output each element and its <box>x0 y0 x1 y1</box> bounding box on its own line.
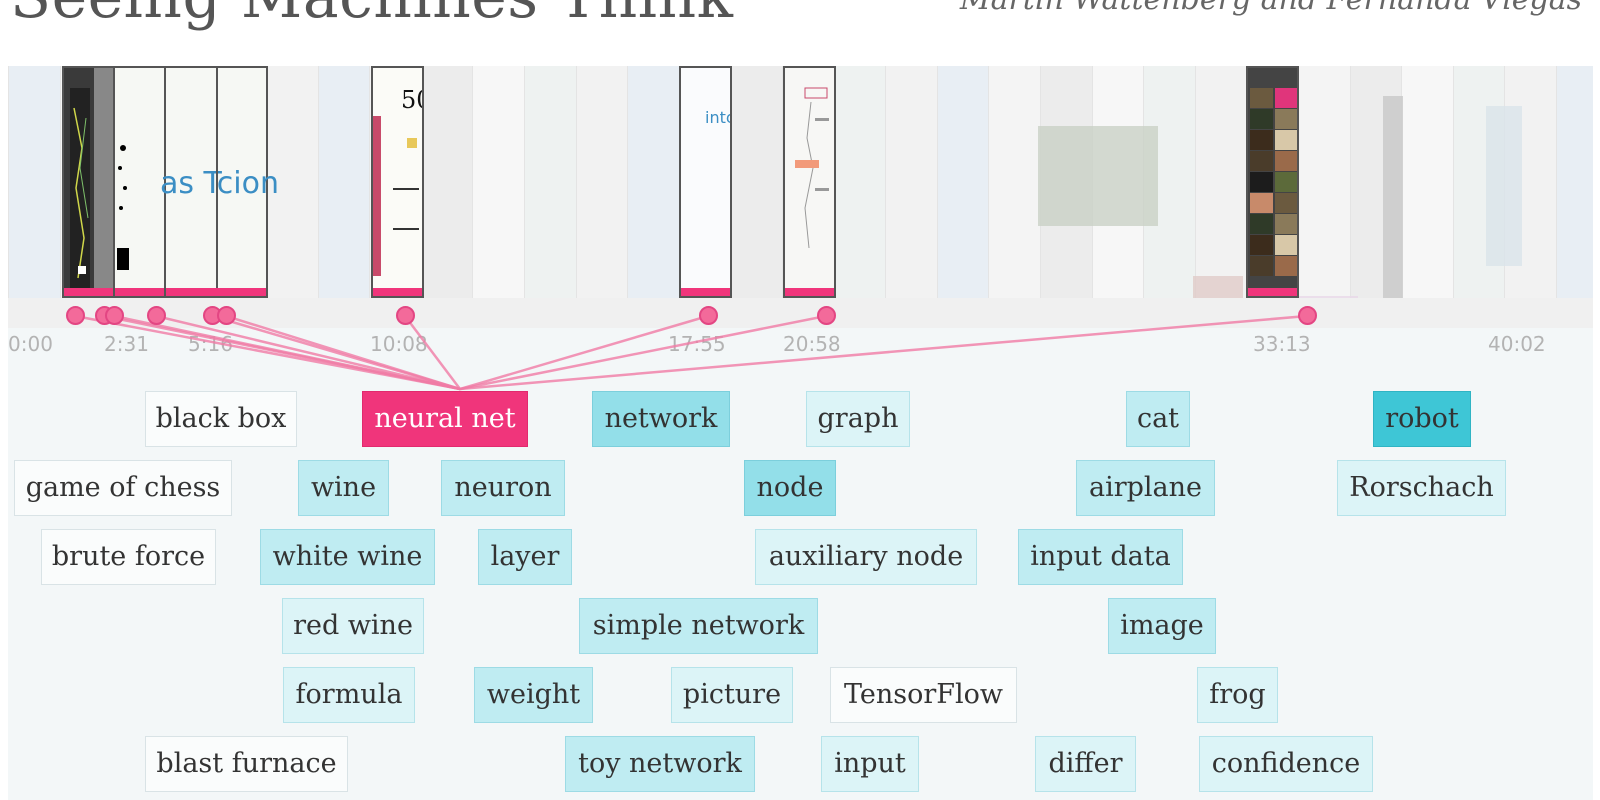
tag-network[interactable]: network <box>592 391 730 447</box>
tag-graph[interactable]: graph <box>806 391 910 447</box>
tag-brute-force[interactable]: brute force <box>41 529 216 585</box>
tag-auxiliary-node[interactable]: auxiliary node <box>755 529 977 585</box>
occurrence-marker[interactable] <box>105 306 124 325</box>
occurrence-marker[interactable] <box>817 306 836 325</box>
tag-picture[interactable]: picture <box>671 667 793 723</box>
tag-layer[interactable]: layer <box>478 529 572 585</box>
tag-red-wine[interactable]: red wine <box>282 598 424 654</box>
tag-simple-network[interactable]: simple network <box>579 598 818 654</box>
tag-formula[interactable]: formula <box>283 667 415 723</box>
tag-neural-net[interactable]: neural net <box>362 391 528 447</box>
occurrence-marker[interactable] <box>66 306 85 325</box>
tag-rorschach[interactable]: Rorschach <box>1337 460 1506 516</box>
tag-weight[interactable]: weight <box>474 667 593 723</box>
tag-input[interactable]: input <box>821 736 919 792</box>
occurrence-marker[interactable] <box>396 306 415 325</box>
tag-node[interactable]: node <box>744 460 836 516</box>
tag-white-wine[interactable]: white wine <box>260 529 435 585</box>
tag-blast-furnace[interactable]: blast furnace <box>145 736 348 792</box>
occurrence-marker[interactable] <box>217 306 236 325</box>
tag-neuron[interactable]: neuron <box>441 460 565 516</box>
tag-airplane[interactable]: airplane <box>1076 460 1215 516</box>
tag-confidence[interactable]: confidence <box>1199 736 1373 792</box>
tag-wine[interactable]: wine <box>298 460 389 516</box>
tag-image[interactable]: image <box>1108 598 1216 654</box>
occurrence-marker[interactable] <box>1298 306 1317 325</box>
tag-toy-network[interactable]: toy network <box>565 736 755 792</box>
tag-game-of-chess[interactable]: game of chess <box>14 460 232 516</box>
tag-frog[interactable]: frog <box>1197 667 1278 723</box>
tag-tensorflow[interactable]: TensorFlow <box>830 667 1017 723</box>
tag-robot[interactable]: robot <box>1373 391 1471 447</box>
occurrence-line <box>459 314 827 391</box>
occurrence-marker[interactable] <box>147 306 166 325</box>
tag-cat[interactable]: cat <box>1126 391 1190 447</box>
occurrence-marker[interactable] <box>699 306 718 325</box>
occurrence-line <box>113 314 461 391</box>
tag-input-data[interactable]: input data <box>1018 529 1183 585</box>
tag-differ[interactable]: differ <box>1035 736 1136 792</box>
tag-black-box[interactable]: black box <box>145 391 297 447</box>
